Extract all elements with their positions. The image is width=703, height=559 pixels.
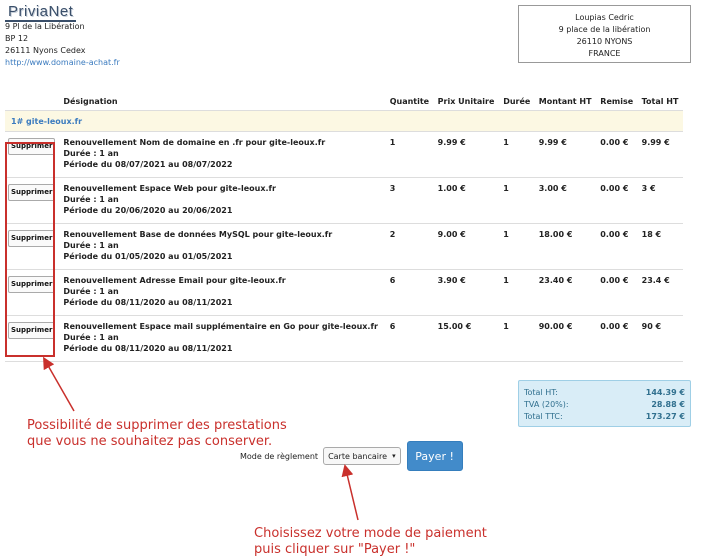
annotation-arrows — [43, 356, 359, 521]
arrow-to-payment-select — [341, 464, 359, 521]
arrow-to-delete-buttons — [43, 356, 75, 412]
